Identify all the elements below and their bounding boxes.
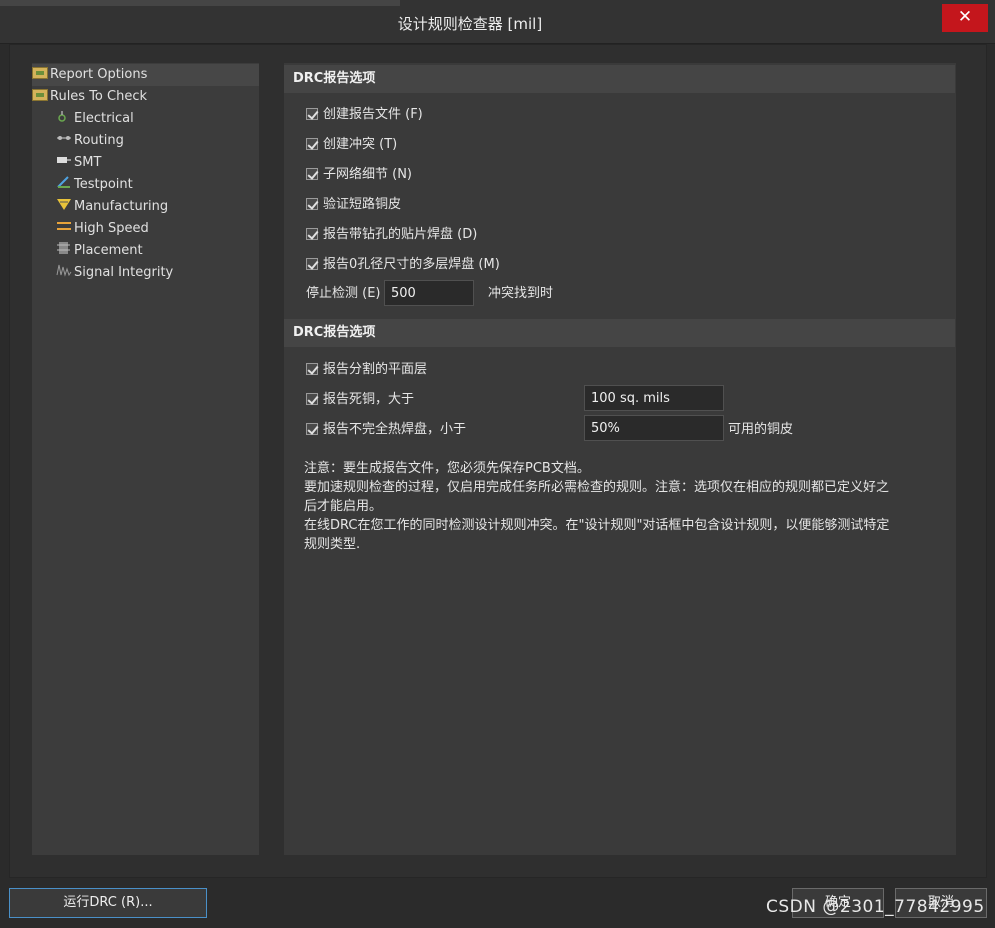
- rules-tree: Report Options Rules To Check Electrical…: [32, 63, 259, 855]
- note-line: 规则类型.: [304, 537, 361, 552]
- report-options-panel: DRC报告选项 创建报告文件 (F) 创建冲突 (T) 子网络细节 (N) 验证…: [284, 63, 956, 855]
- tree-item-label: High Speed: [74, 221, 149, 236]
- checkbox-label: 验证短路铜皮: [323, 197, 402, 212]
- placement-icon: [56, 241, 72, 254]
- tree-item-label: Placement: [74, 243, 143, 258]
- electrical-icon: [56, 109, 72, 122]
- folder-icon: [32, 67, 48, 79]
- checkbox-label: 子网络细节 (N): [323, 167, 413, 182]
- checkbox-checked-icon[interactable]: [306, 363, 318, 375]
- tree-item-label: Testpoint: [74, 177, 133, 192]
- checkbox-checked-icon[interactable]: [306, 108, 318, 120]
- checkbox-drilled-smd-pads[interactable]: 报告带钻孔的贴片焊盘 (D): [306, 225, 477, 245]
- tree-item-manufacturing[interactable]: Manufacturing: [56, 196, 168, 218]
- stop-after-suffix: 冲突找到时: [488, 286, 554, 301]
- note-line: 注意：要生成报告文件，您必须先保存PCB文档。: [304, 461, 590, 476]
- tree-item-testpoint[interactable]: Testpoint: [56, 174, 133, 196]
- tree-item-high-speed[interactable]: High Speed: [56, 218, 149, 240]
- note-line: 在线DRC在您工作的同时检测设计规则冲突。在"设计规则"对话框中包含设计规则，以…: [304, 518, 890, 533]
- tree-item-rules-to-check[interactable]: Rules To Check: [32, 86, 147, 108]
- manufacturing-icon: [56, 197, 72, 210]
- checkbox-split-planes[interactable]: 报告分割的平面层: [306, 360, 427, 380]
- tree-item-label: Signal Integrity: [74, 265, 174, 280]
- checkbox-checked-icon[interactable]: [306, 258, 318, 270]
- checkbox-checked-icon[interactable]: [306, 423, 318, 435]
- watermark-text: CSDN @2301_77842995: [766, 897, 985, 917]
- note-text: 注意：要生成报告文件，您必须先保存PCB文档。 要加速规则检查的过程，仅启用完成…: [304, 459, 944, 554]
- checkbox-zero-hole-multilayer-pads[interactable]: 报告0孔径尺寸的多层焊盘 (M): [306, 255, 500, 275]
- dead-copper-input[interactable]: [584, 385, 724, 411]
- tree-item-placement[interactable]: Placement: [56, 240, 143, 262]
- background-window-strip: [0, 0, 400, 6]
- checkbox-label: 报告死铜，大于: [323, 392, 415, 407]
- tree-item-electrical[interactable]: Electrical: [56, 108, 134, 130]
- tree-item-label: Manufacturing: [74, 199, 169, 214]
- thermal-suffix: 可用的铜皮: [728, 422, 794, 437]
- signal-integrity-icon: [56, 263, 72, 277]
- checkbox-checked-icon[interactable]: [306, 198, 318, 210]
- title-bar: 设计规则检查器 [mil] ✕: [0, 0, 995, 44]
- high-speed-icon: [56, 219, 72, 231]
- checkbox-create-report[interactable]: 创建报告文件 (F): [306, 105, 423, 125]
- checkbox-label: 创建冲突 (T): [323, 137, 398, 152]
- window-title: 设计规则检查器 [mil]: [397, 15, 543, 33]
- checkbox-dead-copper[interactable]: 报告死铜，大于: [306, 390, 414, 410]
- testpoint-icon: [56, 175, 72, 188]
- tree-item-signal-integrity[interactable]: Signal Integrity: [56, 262, 173, 284]
- checkbox-checked-icon[interactable]: [306, 228, 318, 240]
- section-header-report: DRC报告选项: [284, 65, 955, 93]
- tree-item-label: Electrical: [74, 111, 134, 126]
- checkbox-verify-shorting-copper[interactable]: 验证短路铜皮: [306, 195, 401, 215]
- checkbox-label: 创建报告文件 (F): [323, 107, 423, 122]
- checkbox-checked-icon[interactable]: [306, 138, 318, 150]
- tree-item-label: Rules To Check: [50, 89, 148, 104]
- close-button[interactable]: ✕: [942, 4, 988, 32]
- checkbox-create-violations[interactable]: 创建冲突 (T): [306, 135, 397, 155]
- checkbox-subnet-details[interactable]: 子网络细节 (N): [306, 165, 412, 185]
- checkbox-label: 报告0孔径尺寸的多层焊盘 (M): [323, 257, 500, 272]
- smt-icon: [56, 153, 72, 165]
- tree-item-routing[interactable]: Routing: [56, 130, 124, 152]
- checkbox-checked-icon[interactable]: [306, 168, 318, 180]
- starved-thermal-input[interactable]: [584, 415, 724, 441]
- checkbox-label: 报告不完全热焊盘，小于: [323, 422, 467, 437]
- tree-item-label: SMT: [74, 155, 102, 170]
- note-line: 要加速规则检查的过程，仅启用完成任务所必需检查的规则。注意：选项仅在相应的规则都…: [304, 480, 890, 495]
- tree-item-report-options[interactable]: Report Options: [32, 64, 259, 86]
- run-drc-button[interactable]: 运行DRC (R)...: [9, 888, 207, 918]
- folder-icon: [32, 89, 48, 101]
- routing-icon: [56, 131, 72, 143]
- checkbox-label: 报告带钻孔的贴片焊盘 (D): [323, 227, 478, 242]
- tree-item-smt[interactable]: SMT: [56, 152, 101, 174]
- checkbox-checked-icon[interactable]: [306, 393, 318, 405]
- checkbox-label: 报告分割的平面层: [323, 362, 428, 377]
- stop-after-label: 停止检测 (E): [306, 286, 381, 301]
- checkbox-starved-thermals[interactable]: 报告不完全热焊盘，小于: [306, 420, 466, 440]
- tree-item-label: Routing: [74, 133, 124, 148]
- section-header-report-2: DRC报告选项: [284, 319, 955, 347]
- note-line: 后才能启用。: [304, 499, 383, 514]
- stop-after-input[interactable]: [384, 280, 474, 306]
- tree-item-label: Report Options: [50, 67, 148, 82]
